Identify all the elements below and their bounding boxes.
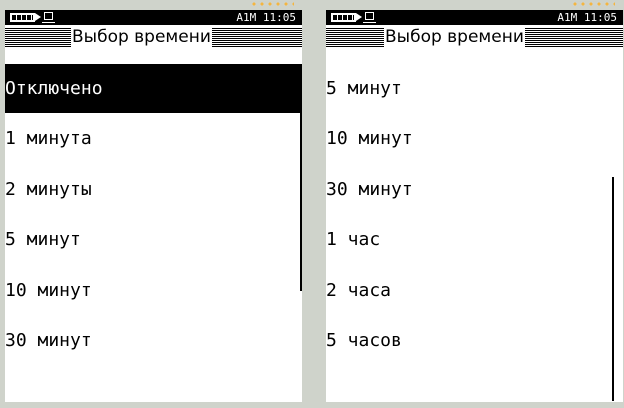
list-item-selected[interactable]: Отключено (5, 64, 301, 113)
list-item[interactable]: 2 минуты (5, 165, 92, 214)
mode-indicator: A1M (236, 11, 257, 24)
scrollbar[interactable] (612, 177, 614, 401)
list-item[interactable]: 5 минут (5, 215, 81, 264)
list-item[interactable]: 2 часа (326, 266, 391, 315)
list-item[interactable]: 1 минута (5, 114, 92, 163)
list-item[interactable]: 5 часов (326, 316, 402, 365)
title-bar: Выбор времени (5, 25, 302, 66)
screen-title: Выбор времени (71, 26, 212, 48)
list-item[interactable]: 10 минут (326, 114, 413, 163)
indicator-dots-left (250, 2, 294, 6)
list-item[interactable]: 5 минут (326, 64, 402, 113)
list-item[interactable]: 30 минут (5, 316, 92, 365)
mode-indicator: A1M (557, 11, 578, 24)
battery-icon (331, 13, 362, 22)
list-item[interactable]: 10 минут (5, 266, 92, 315)
clock: 11:05 (583, 11, 617, 24)
status-info: A1M 11:05 (557, 10, 617, 25)
device-screen-left: A1M 11:05 Выбор времени Отключено 1 мину… (5, 10, 302, 402)
scrollbar[interactable] (300, 64, 302, 291)
title-bar: Выбор времени (326, 25, 623, 66)
status-bar: A1M 11:05 (326, 10, 623, 25)
list-item[interactable]: 1 час (326, 215, 380, 264)
list-item[interactable]: 30 минут (326, 165, 413, 214)
screen-title: Выбор времени (384, 26, 525, 48)
status-bar: A1M 11:05 (5, 10, 302, 25)
status-info: A1M 11:05 (236, 10, 296, 25)
battery-icon (10, 13, 41, 22)
indicator-dots-right (571, 2, 615, 6)
display-icon (42, 12, 55, 23)
device-screen-right: A1M 11:05 Выбор времени 5 минут 10 минут… (326, 10, 623, 402)
display-icon (363, 12, 376, 23)
clock: 11:05 (262, 11, 296, 24)
